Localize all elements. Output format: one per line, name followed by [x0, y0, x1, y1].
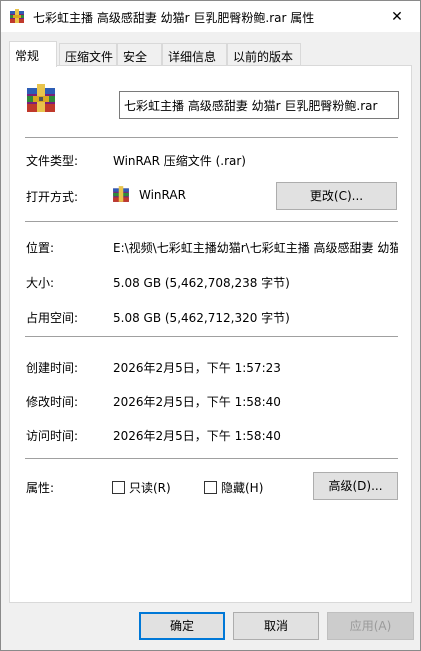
readonly-checkbox[interactable]: 只读(R)	[112, 479, 171, 496]
close-button[interactable]: ✕	[374, 1, 420, 32]
divider	[25, 336, 398, 337]
ok-button[interactable]: 确定	[139, 612, 225, 640]
accessed-label: 访问时间:	[26, 429, 79, 443]
created-label: 创建时间:	[26, 361, 79, 375]
location-label: 位置:	[26, 241, 55, 255]
window-title: 七彩虹主播 高级感甜妻 幼猫r 巨乳肥臀粉鲍.rar 属性	[33, 11, 315, 25]
modified-label: 修改时间:	[26, 395, 79, 409]
tab-general[interactable]: 常规	[9, 41, 57, 67]
winrar-archive-icon	[10, 9, 24, 23]
created-value: 2026年2月5日，下午 1:57:23	[113, 361, 281, 375]
readonly-label: 只读(R)	[129, 481, 171, 495]
attributes-label: 属性:	[26, 481, 55, 495]
divider	[25, 221, 398, 222]
size-on-disk-value: 5.08 GB (5,462,712,320 字节)	[113, 311, 290, 325]
close-icon: ✕	[391, 8, 403, 25]
cancel-button[interactable]: 取消	[233, 612, 319, 640]
accessed-value: 2026年2月5日，下午 1:58:40	[113, 429, 281, 443]
size-on-disk-label: 占用空间:	[26, 311, 79, 325]
tab-security[interactable]: 安全	[117, 43, 162, 66]
properties-window: 七彩虹主播 高级感甜妻 幼猫r 巨乳肥臀粉鲍.rar 属性 ✕ 常规 压缩文件 …	[0, 0, 421, 651]
checkbox-box[interactable]	[112, 481, 125, 494]
divider	[25, 458, 398, 459]
tab-archive[interactable]: 压缩文件	[59, 43, 117, 66]
location-value: E:\视频\七彩虹主播幼猫r\七彩虹主播 高级感甜妻 幼猫	[113, 241, 398, 255]
hidden-checkbox[interactable]: 隐藏(H)	[204, 479, 263, 496]
hidden-label: 隐藏(H)	[221, 481, 264, 495]
file-type-value: WinRAR 压缩文件 (.rar)	[113, 154, 246, 168]
size-label: 大小:	[26, 276, 55, 290]
general-panel: 七彩虹主播 高级感甜妻 幼猫r 巨乳肥臀粉鲍.rar 文件类型: WinRAR …	[9, 65, 412, 603]
opens-with-value: WinRAR	[139, 188, 186, 202]
file-name-field[interactable]: 七彩虹主播 高级感甜妻 幼猫r 巨乳肥臀粉鲍.rar	[119, 91, 399, 119]
tab-details[interactable]: 详细信息	[162, 43, 227, 66]
winrar-app-icon	[113, 186, 129, 202]
advanced-button[interactable]: 高级(D)...	[313, 472, 398, 500]
change-button[interactable]: 更改(C)...	[276, 182, 397, 210]
modified-value: 2026年2月5日，下午 1:58:40	[113, 395, 281, 409]
apply-button[interactable]: 应用(A)	[327, 612, 414, 640]
checkbox-box[interactable]	[204, 481, 217, 494]
size-value: 5.08 GB (5,462,708,238 字节)	[113, 276, 290, 290]
title-bar[interactable]: 七彩虹主播 高级感甜妻 幼猫r 巨乳肥臀粉鲍.rar 属性 ✕	[1, 1, 420, 32]
divider	[25, 137, 398, 138]
tab-previous-versions[interactable]: 以前的版本	[227, 43, 301, 66]
file-type-label: 文件类型:	[26, 154, 79, 168]
opens-with-label: 打开方式:	[26, 190, 79, 204]
winrar-archive-icon	[27, 84, 55, 112]
